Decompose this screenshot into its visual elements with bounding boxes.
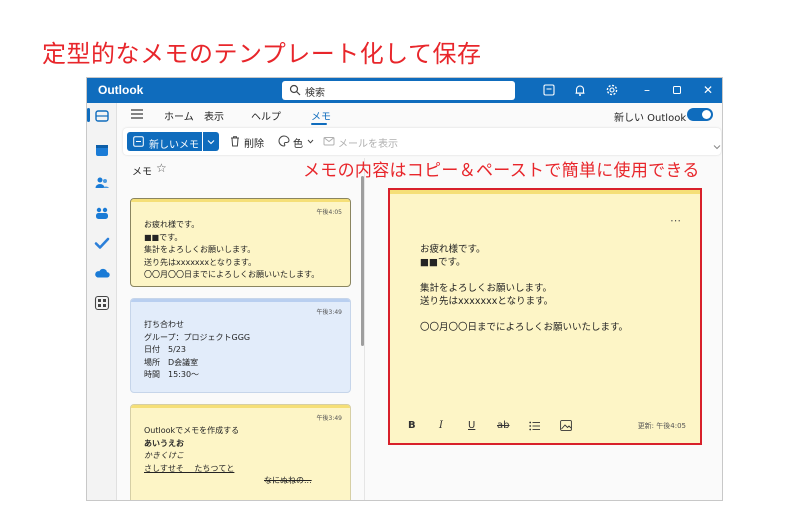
note-line-italic: かきくけこ xyxy=(144,451,184,460)
format-toolbar: B I U ab 更新: 午後4:05 xyxy=(390,417,700,435)
note-time: 午後3:49 xyxy=(316,415,342,422)
tab-home[interactable]: ホーム xyxy=(164,108,194,123)
editor-line: 集計をよろしくお願いします。 xyxy=(420,283,553,294)
note-line-bold: あいうえお xyxy=(144,438,184,448)
notes-list-pane: メモ ☆ 午後4:05 お疲れ様です。 ■■です。 集計をよろしくお願いします。… xyxy=(118,158,364,500)
notes-list-header: メモ xyxy=(132,167,152,178)
editor-line: ■■です。 xyxy=(420,257,466,268)
editor-line: 送り先はxxxxxxxとなります。 xyxy=(420,296,554,307)
close-icon[interactable]: ✕ xyxy=(701,83,715,97)
teams-icon[interactable] xyxy=(94,205,110,221)
new-note-button[interactable]: 新しいメモ xyxy=(127,132,202,151)
calendar-icon[interactable] xyxy=(94,142,110,158)
trash-icon[interactable] xyxy=(229,135,241,147)
color-button[interactable]: 色 xyxy=(293,135,303,150)
search-placeholder: 検索 xyxy=(305,88,325,99)
new-outlook-label: 新しい Outlook xyxy=(614,113,687,124)
bullet-list-icon[interactable] xyxy=(529,421,540,431)
note-card[interactable]: 午後3:49 打ち合わせ グループ：プロジェクトGGG 日付 5/23 場所 D… xyxy=(130,298,351,393)
maximize-icon[interactable] xyxy=(670,83,684,97)
more-apps-icon[interactable] xyxy=(94,295,110,311)
todo-check-icon[interactable] xyxy=(94,235,110,251)
tab-help[interactable]: ヘルプ xyxy=(251,108,281,123)
search-icon xyxy=(289,84,301,96)
note-card[interactable]: 午後3:49 Outlookでメモを作成する あいうえお かきくけこ さしすせそ… xyxy=(130,404,351,500)
updated-timestamp: 更新: 午後4:05 xyxy=(637,422,686,430)
strikethrough-button[interactable]: ab xyxy=(497,420,509,431)
palette-icon[interactable] xyxy=(278,135,290,147)
note-color-strip xyxy=(131,199,350,202)
underline-button[interactable]: U xyxy=(468,420,475,431)
more-options-icon[interactable]: ⋯ xyxy=(670,214,682,227)
editor-line: 〇〇月〇〇日までによろしくお願いいたします。 xyxy=(420,322,629,333)
chevron-down-icon[interactable] xyxy=(307,139,314,144)
annotation-caption: メモの内容はコピー＆ペーストで簡単に使用できる xyxy=(303,161,700,181)
toggle-knob xyxy=(702,110,711,119)
ribbon-collapse-chevron-icon[interactable] xyxy=(713,144,721,150)
insert-image-icon[interactable] xyxy=(560,420,572,431)
tab-view[interactable]: 表示 xyxy=(204,108,224,123)
note-editor[interactable]: ⋯ お疲れ様です。 ■■です。 集計をよろしくお願いします。 送り先はxxxxx… xyxy=(388,188,702,445)
hamburger-menu-icon[interactable] xyxy=(131,109,143,119)
notes-feedback-icon[interactable] xyxy=(542,83,556,97)
note-line: グループ：プロジェクトGGG xyxy=(144,332,251,342)
delete-button[interactable]: 削除 xyxy=(244,135,264,150)
note-line: 日付 5/23 xyxy=(144,345,186,354)
note-line: ■■です。 xyxy=(144,232,183,242)
favorite-star-icon[interactable]: ☆ xyxy=(156,161,167,175)
note-line: 場所 D会議室 xyxy=(144,357,199,367)
note-line: 送り先はxxxxxxxとなります。 xyxy=(144,257,257,267)
note-line: Outlookでメモを作成する xyxy=(144,426,240,435)
app-title: Outlook xyxy=(98,83,144,97)
onedrive-cloud-icon[interactable] xyxy=(94,265,110,281)
note-editor-body[interactable]: お疲れ様です。 ■■です。 集計をよろしくお願いします。 送り先はxxxxxxx… xyxy=(420,243,628,334)
title-bar: Outlook 検索 – ✕ xyxy=(87,78,722,103)
note-line-underline: さしすせそ たちつてと xyxy=(144,463,235,473)
note-color-strip xyxy=(131,405,350,408)
new-note-label: 新しいメモ xyxy=(149,140,199,151)
bold-button[interactable]: B xyxy=(408,420,416,431)
note-line-strikethrough: なにぬねの... xyxy=(264,476,312,485)
bell-icon[interactable] xyxy=(573,83,587,97)
note-line: 時間 15:30〜 xyxy=(144,370,200,379)
italic-button[interactable]: I xyxy=(439,420,443,431)
note-color-strip xyxy=(131,299,350,302)
note-preview: お疲れ様です。 ■■です。 集計をよろしくお願いします。 送り先はxxxxxxx… xyxy=(144,219,319,282)
tab-notes[interactable]: メモ xyxy=(311,108,331,123)
note-preview: 打ち合わせ グループ：プロジェクトGGG 日付 5/23 場所 D会議室 時間 … xyxy=(144,319,250,382)
note-time: 午後3:49 xyxy=(316,309,342,316)
note-line: 打ち合わせ xyxy=(144,320,184,329)
editor-line: お疲れ様です。 xyxy=(420,244,486,255)
new-note-icon xyxy=(133,136,144,147)
people-icon[interactable] xyxy=(94,174,110,190)
new-note-dropdown[interactable] xyxy=(203,132,219,151)
search-box[interactable]: 検索 xyxy=(282,81,515,100)
mail-icon xyxy=(323,137,335,146)
note-line: 〇〇月〇〇日までによろしくお願いいたします。 xyxy=(144,270,320,279)
notes-toolbar: 新しいメモ 削除 色 メールを表示 xyxy=(123,128,721,155)
new-outlook-toggle[interactable] xyxy=(687,108,713,121)
note-line: 集計をよろしくお願いします。 xyxy=(144,245,256,254)
ribbon-tab-bar: ホーム 表示 ヘルプ メモ 新しい Outlook xyxy=(117,103,722,127)
view-in-mail-button: メールを表示 xyxy=(338,139,398,150)
rail-active-indicator xyxy=(87,108,90,122)
note-color-strip xyxy=(390,190,700,194)
minimize-icon[interactable]: – xyxy=(640,83,654,97)
active-tab-indicator xyxy=(311,123,327,125)
headline-caption: 定型的なメモのテンプレート化して保存 xyxy=(42,40,482,68)
gear-icon[interactable] xyxy=(605,83,619,97)
pane-divider xyxy=(364,158,365,500)
chevron-down-icon xyxy=(207,140,215,145)
notes-app-icon[interactable] xyxy=(94,108,110,124)
note-preview: Outlookでメモを作成する あいうえお かきくけこ さしすせそ たちつてと … xyxy=(144,425,312,488)
app-rail xyxy=(87,103,117,500)
note-time: 午後4:05 xyxy=(316,209,342,216)
note-card[interactable]: 午後4:05 お疲れ様です。 ■■です。 集計をよろしくお願いします。 送り先は… xyxy=(130,198,351,287)
note-line: お疲れ様です。 xyxy=(144,220,200,229)
